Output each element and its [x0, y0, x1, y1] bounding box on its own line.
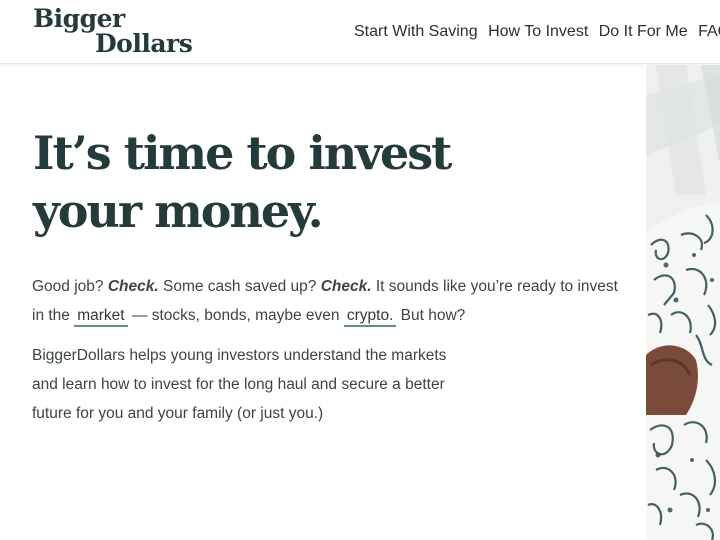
market-link[interactable]: market: [74, 307, 128, 327]
intro-paragraph: Good job? Check. Some cash saved up? Che…: [32, 272, 632, 330]
crypto-link[interactable]: crypto.: [343, 307, 397, 327]
nav-how-to-invest[interactable]: How To Invest: [488, 22, 588, 42]
logo-text-dollars: Dollars: [95, 29, 193, 58]
intro-text-4: — stocks, bonds, maybe even: [127, 307, 344, 324]
nav-faq[interactable]: FAQ: [698, 22, 720, 42]
intro-emphasis-1: Check.: [107, 278, 159, 295]
hero-title: It’s time to invest your money.: [33, 124, 593, 240]
site-header: Bigger Dollars Start With Saving How To …: [0, 0, 720, 64]
hero-photo: [646, 65, 720, 540]
hero-title-line1: It’s time to invest: [33, 126, 452, 180]
person-in-floral-shirt-photo: [646, 65, 720, 540]
main-nav: Start With Saving How To Invest Do It Fo…: [354, 22, 720, 42]
nav-do-it-for-me[interactable]: Do It For Me: [599, 22, 688, 42]
intro-emphasis-2: Check.: [320, 278, 372, 295]
nav-start-with-saving[interactable]: Start With Saving: [354, 22, 478, 42]
intro-text-1: Good job?: [32, 278, 108, 295]
logo[interactable]: Bigger Dollars: [33, 5, 203, 60]
intro-text-5: But how?: [396, 307, 466, 324]
description-paragraph: BiggerDollars helps young investors unde…: [32, 347, 447, 422]
intro-text-2: Some cash saved up?: [158, 278, 321, 295]
hero-title-line2: your money.: [33, 184, 324, 238]
